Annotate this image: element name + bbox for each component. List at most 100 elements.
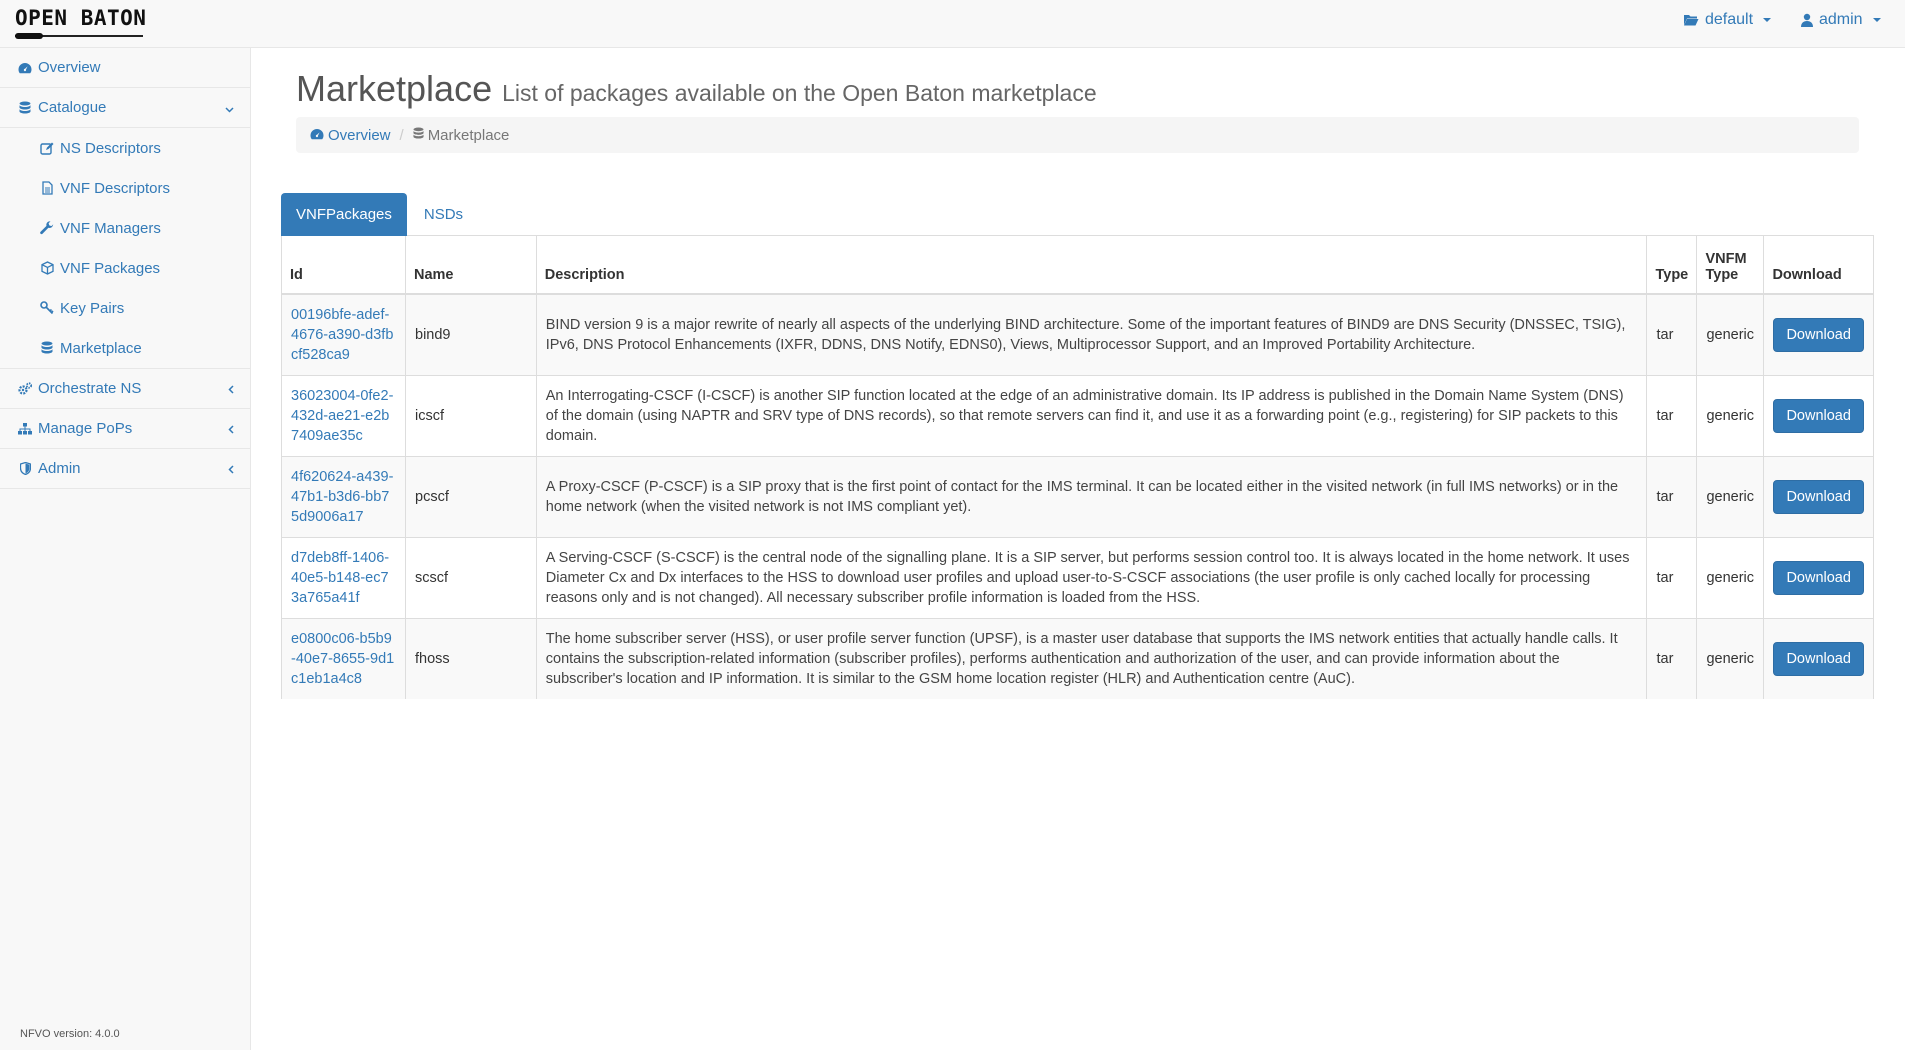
cell-download: Download [1763, 293, 1874, 375]
sidebar-item-label: Manage PoPs [38, 420, 133, 437]
package-id-link[interactable]: e0800c06-b5b9-40e7-8655-9d1c1eb1a4c8 [291, 629, 396, 689]
cell-type: tar [1646, 293, 1697, 375]
cell-name: pcscf [405, 455, 537, 537]
file-icon [40, 181, 54, 195]
column-header-description[interactable]: Description [535, 236, 1647, 295]
sidebar-item-label: Marketplace [60, 339, 142, 357]
cell-vnfm-type: generic [1696, 374, 1764, 456]
database-icon [40, 341, 54, 355]
cube-icon [40, 261, 54, 275]
package-id-link[interactable]: d7deb8ff-1406-40e5-b148-ec73a765a41f [291, 548, 396, 608]
cell-description: BIND version 9 is a major rewrite of nea… [535, 293, 1647, 375]
user-label: admin [1819, 11, 1863, 28]
sidebar-item-overview[interactable]: Overview [0, 48, 250, 88]
cell-vnfm-type: generic [1696, 293, 1764, 375]
packages-table: Id Name Description Type VNFM Type Downl… [281, 236, 1874, 699]
package-id-link[interactable]: 4f620624-a439-47b1-b3d6-bb75d9006a17 [291, 467, 396, 527]
caret-down-icon [1763, 18, 1772, 22]
column-header-vnfm-type[interactable]: VNFM Type [1696, 236, 1764, 295]
catalogue-submenu: NS Descriptors VNF Descriptors VNF Manag… [0, 128, 250, 369]
breadcrumb: Overview / Marketplace [296, 117, 1859, 153]
sidebar-item-label: Catalogue [38, 99, 107, 116]
project-dropdown[interactable]: default [1683, 11, 1772, 29]
main-content: Marketplace List of packages available o… [252, 48, 1905, 1050]
tab-nsds[interactable]: NSDs [409, 193, 478, 236]
cell-description: A Proxy-CSCF (P-CSCF) is a SIP proxy tha… [535, 455, 1647, 537]
column-header-id[interactable]: Id [281, 236, 406, 295]
sidebar-item-marketplace[interactable]: Marketplace [0, 328, 250, 368]
caret-down-icon [1872, 18, 1881, 22]
cell-vnfm-type: generic [1696, 536, 1764, 618]
table-header-row: Id Name Description Type VNFM Type Downl… [281, 236, 1874, 295]
download-button[interactable]: Download [1773, 641, 1864, 676]
cell-name: bind9 [405, 293, 537, 375]
table-row: e0800c06-b5b9-40e7-8655-9d1c1eb1a4c8 fho… [281, 617, 1874, 699]
folder-open-icon [1683, 13, 1699, 27]
table-row: d7deb8ff-1406-40e5-b148-ec73a765a41f scs… [281, 536, 1874, 618]
table-row: 00196bfe-adef-4676-a390-d3fbcf528ca9 bin… [281, 293, 1874, 375]
table-row: 36023004-0fe2-432d-ae21-e2b7409ae35c ics… [281, 374, 1874, 456]
chevron-left-icon [228, 462, 234, 477]
cell-description: An Interrogating-CSCF (I-CSCF) is anothe… [535, 374, 1647, 456]
sidebar-item-label: VNF Descriptors [60, 179, 171, 197]
sidebar-item-manage-pops[interactable]: Manage PoPs [0, 409, 250, 449]
cell-id: 36023004-0fe2-432d-ae21-e2b7409ae35c [281, 374, 406, 456]
cell-type: tar [1646, 455, 1697, 537]
cell-type: tar [1646, 374, 1697, 456]
sidebar-item-admin[interactable]: Admin [0, 449, 250, 489]
chevron-left-icon [228, 382, 234, 397]
shield-icon [18, 462, 32, 476]
cell-name: icscf [405, 374, 537, 456]
chevron-left-icon [228, 422, 234, 437]
user-dropdown[interactable]: admin [1801, 11, 1881, 29]
breadcrumb-label: Marketplace [427, 126, 510, 144]
breadcrumb-separator: / [399, 126, 404, 144]
download-button[interactable]: Download [1773, 398, 1864, 433]
page-subtitle: List of packages available on the Open B… [502, 80, 1097, 106]
cell-id: e0800c06-b5b9-40e7-8655-9d1c1eb1a4c8 [281, 617, 406, 699]
package-id-link[interactable]: 00196bfe-adef-4676-a390-d3fbcf528ca9 [291, 305, 396, 365]
wrench-icon [40, 221, 54, 235]
breadcrumb-label: Overview [328, 126, 391, 144]
sidebar-item-orchestrate-ns[interactable]: Orchestrate NS [0, 369, 250, 409]
breadcrumb-current: Marketplace [413, 126, 510, 144]
sidebar-item-label: NS Descriptors [60, 139, 161, 157]
brand-logo[interactable]: OPEN BATON [15, 6, 146, 30]
user-icon [1801, 13, 1813, 27]
dashboard-icon [310, 127, 324, 144]
cell-id: d7deb8ff-1406-40e5-b148-ec73a765a41f [281, 536, 406, 618]
download-button[interactable]: Download [1773, 317, 1864, 352]
column-header-type[interactable]: Type [1646, 236, 1697, 295]
tab-bar: VNFPackages NSDs [281, 193, 1874, 236]
sidebar-item-label: VNF Packages [60, 259, 161, 277]
tab-vnfpackages[interactable]: VNFPackages [281, 193, 407, 236]
project-label: default [1705, 11, 1754, 28]
column-header-name[interactable]: Name [405, 236, 537, 295]
download-button[interactable]: Download [1773, 560, 1864, 595]
sidebar-item-ns-descriptors[interactable]: NS Descriptors [0, 128, 250, 168]
cell-download: Download [1763, 536, 1874, 618]
package-id-link[interactable]: 36023004-0fe2-432d-ae21-e2b7409ae35c [291, 386, 396, 446]
sitemap-icon [18, 422, 32, 436]
sidebar-item-key-pairs[interactable]: Key Pairs [0, 288, 250, 328]
edit-icon [40, 141, 54, 155]
sidebar-item-vnf-descriptors[interactable]: VNF Descriptors [0, 168, 250, 208]
sidebar-item-label: Admin [38, 460, 81, 477]
breadcrumb-overview[interactable]: Overview [310, 127, 391, 144]
cell-download: Download [1763, 374, 1874, 456]
cell-type: tar [1646, 617, 1697, 699]
version-label: NFVO version: 4.0.0 [20, 1028, 120, 1040]
cell-vnfm-type: generic [1696, 617, 1764, 699]
cell-type: tar [1646, 536, 1697, 618]
sidebar-item-vnf-managers[interactable]: VNF Managers [0, 208, 250, 248]
chevron-down-icon [225, 101, 234, 116]
cell-name: scscf [405, 536, 537, 618]
table-row: 4f620624-a439-47b1-b3d6-bb75d9006a17 pcs… [281, 455, 1874, 537]
cogs-icon [18, 382, 32, 396]
cell-vnfm-type: generic [1696, 455, 1764, 537]
cell-description: A Serving-CSCF (S-CSCF) is the central n… [535, 536, 1647, 618]
sidebar-item-catalogue[interactable]: Catalogue [0, 88, 250, 128]
sidebar-item-vnf-packages[interactable]: VNF Packages [0, 248, 250, 288]
page-title: Marketplace [296, 68, 493, 109]
download-button[interactable]: Download [1773, 479, 1864, 514]
